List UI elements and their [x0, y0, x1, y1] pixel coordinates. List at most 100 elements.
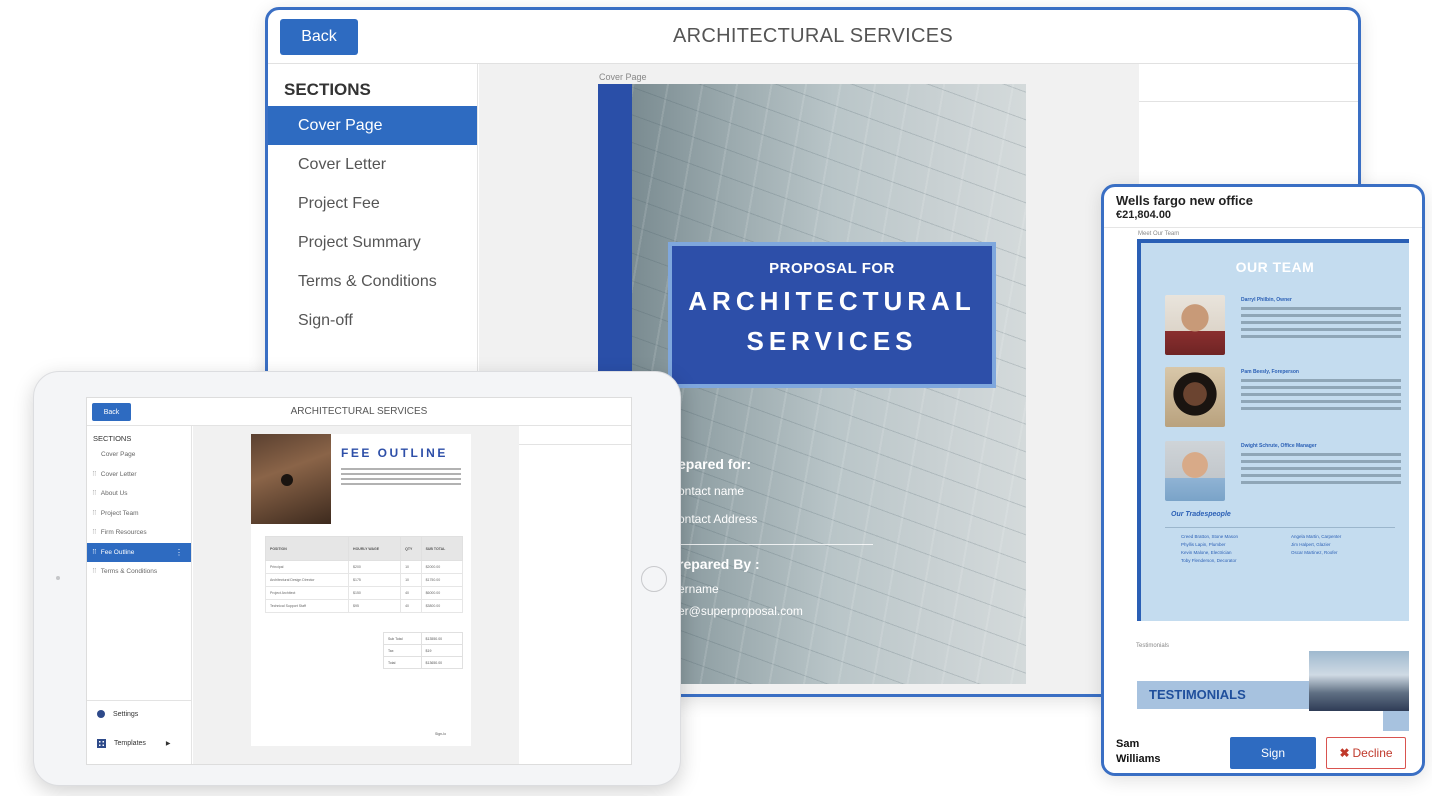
table-cell: $150 [348, 586, 402, 600]
back-button[interactable]: Back [280, 19, 358, 55]
section-label: About Us [100, 490, 128, 497]
section-item-firm-resources[interactable]: ⠿ Firm Resources [87, 523, 191, 543]
table-cell: Principal [264, 560, 350, 574]
section-item-project-fee[interactable]: Project Fee [268, 184, 477, 223]
table-row: Project Architect $150 40 $6000.00 [264, 586, 464, 600]
drag-handle-icon[interactable]: ⠿ [92, 529, 97, 536]
section-item-terms[interactable]: Terms & Conditions [268, 262, 477, 301]
sections-heading: SECTIONS [284, 80, 371, 99]
testimonials-section: TESTIMONIALS [1137, 651, 1409, 739]
proposal-name: Wells fargo new office [1116, 193, 1254, 208]
table-cell: $13650.00 [420, 656, 464, 669]
fee-heading: FEE OUTLINE [341, 446, 448, 460]
drag-handle-icon[interactable]: ⠿ [92, 510, 97, 517]
meet-team-label: Meet Our Team [1138, 231, 1180, 237]
section-item-fee-outline[interactable]: ⠿ Fee Outline ⋮ [87, 542, 191, 563]
member-name: Dwight Schrute, Office Manager [1241, 443, 1317, 449]
decline-button[interactable]: ✖ Decline [1326, 737, 1406, 769]
drag-handle-icon[interactable]: ⠿ [92, 549, 97, 556]
sections-heading: SECTIONS [93, 434, 132, 443]
table-cell: $1750.00 [420, 573, 464, 587]
table-row: Technical Support Staff $95 40 $3800.00 [264, 599, 464, 613]
list-item: Creed Bratton, Stone Mason [1181, 534, 1239, 539]
section-item-sign-off[interactable]: Sign-off [268, 301, 477, 340]
sign-off-label: Sign-Io [435, 732, 447, 736]
section-item-about-us[interactable]: ⠿ About Us [87, 484, 191, 504]
signer-name: Sam Williams [1116, 738, 1161, 765]
templates-link[interactable]: Templates ▶ [97, 739, 171, 748]
drag-handle-icon[interactable]: ⠿ [92, 568, 97, 575]
section-item-cover-letter[interactable]: ⠿ Cover Letter [87, 465, 191, 485]
totals-table: Sub Total $13550.00 Tax $19 Total $13650.00 [383, 632, 464, 669]
office-photo [1309, 651, 1409, 711]
table-cell: Total [383, 656, 422, 669]
section-label: Firm Resources [100, 529, 147, 536]
divider [519, 444, 631, 445]
cover-divider [678, 544, 873, 545]
section-label: Terms & Conditions [100, 568, 158, 575]
member-bio [1241, 379, 1401, 414]
mobile-preview: Wells fargo new office €21,804.00 Meet O… [1101, 184, 1425, 776]
proposal-amount: €21,804.00 [1116, 209, 1172, 221]
table-cell: $2000.00 [420, 560, 464, 574]
section-item-cover-page[interactable]: Cover Page [87, 445, 191, 465]
table-header: HOURLY WAGE [348, 536, 402, 561]
testimonials-heading: TESTIMONIALS [1137, 681, 1309, 709]
fee-outline-page[interactable]: FEE OUTLINE POSITION HOURLY WAGE QTY SUB… [251, 434, 471, 746]
home-button[interactable] [641, 566, 667, 592]
prepared-by-label: repared By : [678, 556, 760, 572]
sign-footer: Sam Williams Sign ✖ Decline [1104, 731, 1422, 773]
tablet-device: Back ARCHITECTURAL SERVICES SECTIONS Cov… [33, 371, 681, 786]
grid-icon [97, 739, 106, 748]
desktop-header: Back ARCHITECTURAL SERVICES [268, 10, 1358, 64]
table-cell: 40 [400, 586, 422, 600]
table-cell: 40 [400, 599, 422, 613]
canvas-section-label: Cover Page [599, 72, 647, 82]
list-item: Jim Halpert, Glazier [1291, 542, 1331, 547]
settings-label: Settings [113, 710, 139, 718]
section-item-cover-page[interactable]: Cover Page [268, 106, 477, 145]
username: ername [678, 582, 719, 596]
table-cell: $3800.00 [420, 599, 464, 613]
more-icon[interactable]: ⋮ [175, 543, 183, 563]
templates-label: Templates [114, 740, 146, 747]
section-item-cover-letter[interactable]: Cover Letter [268, 145, 477, 184]
tradespeople-list: Angela Martin, Carpenter Jim Halpert, Gl… [1291, 533, 1391, 557]
section-item-terms[interactable]: ⠿ Terms & Conditions [87, 562, 191, 582]
tablet-screen: Back ARCHITECTURAL SERVICES SECTIONS Cov… [86, 397, 632, 765]
cover-main-title-1: ARCHITECTURAL [688, 286, 976, 316]
section-label: Fee Outline [100, 548, 135, 556]
team-heading: OUR TEAM [1235, 259, 1315, 275]
sign-button[interactable]: Sign [1230, 737, 1316, 769]
table-cell: $6000.00 [420, 586, 464, 600]
table-row: Sub Total $13550.00 [383, 632, 464, 645]
table-cell: $19 [420, 644, 464, 657]
table-header: SUB TOTAL [420, 536, 464, 561]
table-cell: Sub Total [383, 632, 422, 645]
table-cell: Tax [383, 644, 422, 657]
settings-link[interactable]: Settings [97, 710, 138, 718]
section-item-project-summary[interactable]: Project Summary [268, 223, 477, 262]
table-header: POSITION [264, 536, 350, 561]
member-photo [1165, 295, 1225, 355]
drag-handle-icon[interactable]: ⠿ [92, 471, 97, 478]
table-cell: Technical Support Staff [264, 599, 350, 613]
drag-handle-icon[interactable]: ⠿ [92, 490, 97, 497]
decline-label: Decline [1352, 746, 1393, 760]
fee-table: POSITION HOURLY WAGE QTY SUB TOTAL Princ… [264, 536, 464, 613]
email: er@superproposal.com [678, 604, 803, 618]
section-item-project-team[interactable]: ⠿ Project Team [87, 504, 191, 524]
back-button[interactable]: Back [92, 403, 131, 421]
table-cell: $200 [348, 560, 402, 574]
table-cell: $13550.00 [420, 632, 464, 645]
table-row: Total $13650.00 [383, 656, 464, 669]
contact-name: ontact name [678, 484, 745, 498]
tablet-header: Back ARCHITECTURAL SERVICES [87, 398, 631, 426]
cover-title-box: PROPOSAL FOR ARCHITECTURAL SERVICES [668, 242, 996, 388]
section-label: Cover Letter [100, 470, 137, 478]
table-cell: Architectural Design Director [264, 573, 350, 587]
member-name: Pam Beesly, Foreperson [1241, 369, 1299, 375]
table-row: Principal $200 10 $2000.00 [264, 560, 464, 574]
table-header: QTY [400, 536, 422, 561]
list-item: Angela Martin, Carpenter [1291, 534, 1342, 539]
